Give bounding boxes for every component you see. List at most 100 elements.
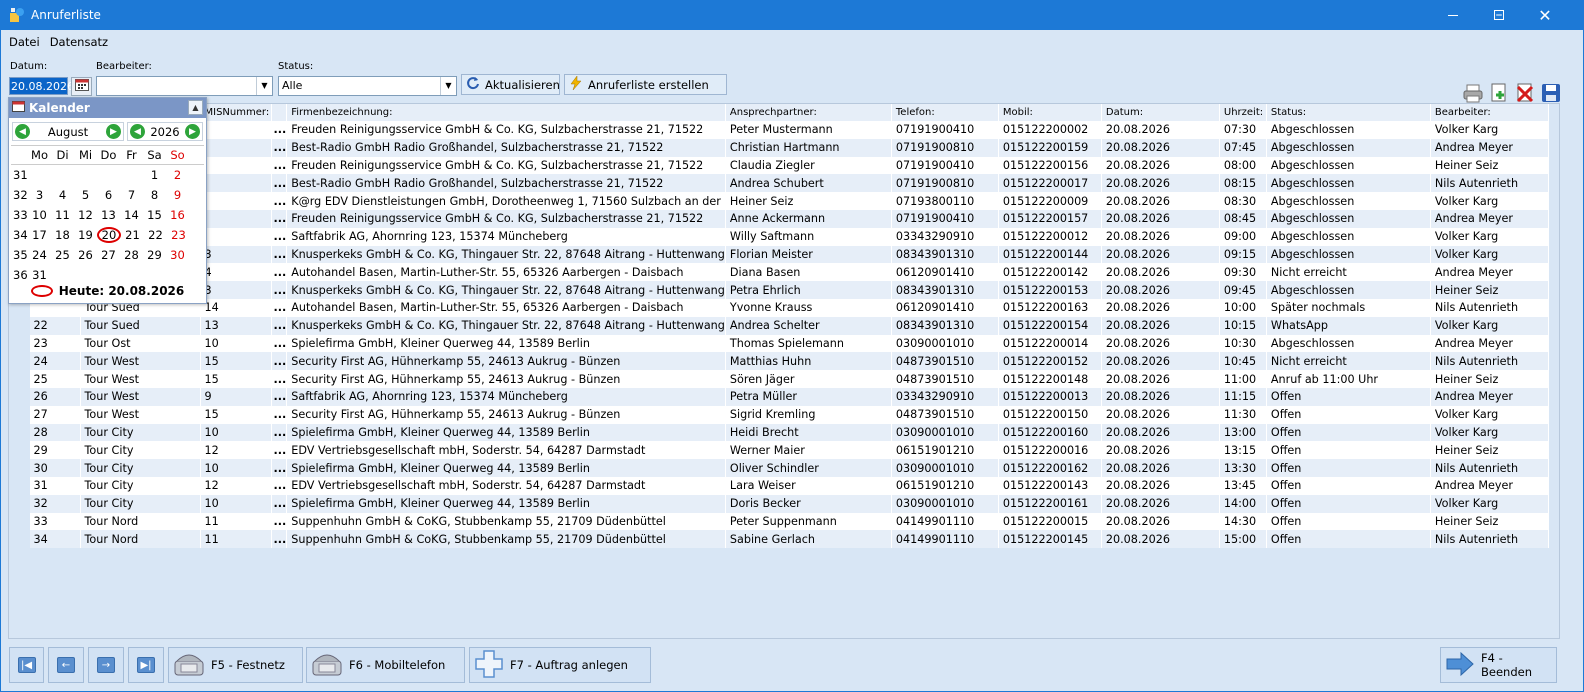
row-details-button[interactable]: ...	[271, 476, 288, 495]
table-row[interactable]: 31 Tour City 12... EDV Vertriebsgesellschaf…	[9, 476, 1549, 495]
header-status[interactable]: Status:	[1266, 104, 1431, 121]
table-row[interactable]: 28 Tour City 10... Spielefirma GmbH, Kleine…	[9, 423, 1549, 442]
header-misnummer[interactable]: MISNummer:	[200, 104, 272, 121]
calendar-day[interactable]: 18	[51, 228, 74, 242]
calendar-day[interactable]: 15	[143, 208, 166, 222]
calendar-day[interactable]: 2	[166, 168, 189, 182]
prev-record-button[interactable]: ←	[48, 647, 84, 683]
table-row[interactable]: 23 Tour Ost 10... Spielefirma GmbH, Kleiner…	[9, 334, 1549, 353]
header-uhrzeit[interactable]: Uhrzeit:	[1219, 104, 1267, 121]
calendar-day[interactable]: 27	[97, 248, 120, 262]
calendar-day[interactable]: 16	[166, 208, 189, 222]
f4-beenden-button[interactable]: F4 - Beenden	[1440, 647, 1557, 683]
header-firmenbezeichnung[interactable]: Firmenbezeichnung:	[286, 104, 726, 121]
f5-festnetz-button[interactable]: F5 - Festnetz	[168, 647, 303, 683]
calendar-day[interactable]: 10	[28, 208, 51, 222]
calendar-day[interactable]: 24	[28, 248, 51, 262]
table-row[interactable]: ... Freuden Reinigungsservice GmbH & Co. …	[9, 121, 1549, 139]
calendar-day[interactable]: 3	[28, 188, 51, 202]
row-details-button[interactable]: ...	[271, 423, 288, 442]
table-row[interactable]: 4... Autohandel Basen, Martin-Luther-Str.…	[9, 263, 1549, 282]
row-details-button[interactable]: ...	[271, 298, 288, 317]
maximize-icon[interactable]	[1476, 0, 1522, 30]
calendar-day[interactable]: 9	[166, 188, 189, 202]
row-details-button[interactable]: ...	[271, 512, 288, 531]
table-row[interactable]: ... Best-Radio GmbH Radio Großhandel, Sul…	[9, 138, 1549, 157]
row-selector[interactable]	[9, 459, 30, 477]
header-ansprechpartner[interactable]: Ansprechpartner:	[725, 104, 892, 121]
add-document-icon[interactable]	[1489, 83, 1509, 103]
today-row[interactable]: Heute: 20.08.2026	[9, 284, 206, 298]
create-list-button[interactable]: Anruferliste erstellen	[564, 74, 727, 95]
row-details-button[interactable]: ...	[271, 192, 288, 210]
table-row[interactable]: 33 Tour Nord 11... Suppenhuhn GmbH & CoKG, …	[9, 512, 1549, 531]
row-selector[interactable]	[9, 476, 30, 495]
row-selector[interactable]	[9, 370, 30, 388]
calendar-day[interactable]: 17	[28, 228, 51, 242]
calendar-day[interactable]: 26	[74, 248, 97, 262]
next-record-button[interactable]: →	[88, 647, 124, 683]
table-row[interactable]: ... Freuden Reinigungsservice GmbH & Co. …	[9, 156, 1549, 175]
calendar-day[interactable]: 7	[120, 188, 143, 202]
table-row[interactable]: 30 Tour City 10... Spielefirma GmbH, Kleine…	[9, 459, 1549, 477]
calendar-day[interactable]: 1	[143, 168, 166, 182]
table-row[interactable]: ... Saftfabrik AG, Ahornring 123, 15374 M…	[9, 227, 1549, 246]
row-details-button[interactable]: ...	[271, 227, 288, 246]
menu-datensatz[interactable]: Datensatz	[45, 35, 113, 49]
collapse-icon[interactable]: ▲	[188, 100, 203, 115]
refresh-button[interactable]: Aktualisieren	[461, 74, 560, 95]
row-details-button[interactable]: ...	[271, 263, 288, 282]
calendar-day[interactable]: 6	[97, 188, 120, 202]
row-selector[interactable]	[9, 530, 30, 549]
header-bearbeiter[interactable]: Bearbeiter:	[1430, 104, 1549, 121]
row-details-button[interactable]: ...	[271, 316, 288, 335]
table-row[interactable]: ... Freuden Reinigungsservice GmbH & Co. …	[9, 209, 1549, 228]
calendar-day[interactable]: 31	[28, 268, 51, 282]
calendar-day[interactable]: 21	[121, 228, 144, 242]
calendar-day[interactable]: 12	[74, 208, 97, 222]
row-selector[interactable]	[9, 441, 30, 460]
row-selector[interactable]	[9, 316, 30, 335]
table-row[interactable]: Tour Sued 14... Autohandel Basen, Martin-L…	[9, 298, 1549, 317]
row-details-button[interactable]: ...	[271, 156, 288, 175]
row-details-button[interactable]: ...	[271, 334, 288, 353]
row-details-button[interactable]: ...	[271, 352, 288, 371]
row-details-button[interactable]: ...	[271, 245, 288, 264]
status-select[interactable]: Alle ▼	[278, 76, 457, 96]
calendar-day[interactable]: 11	[51, 208, 74, 222]
row-selector[interactable]	[9, 352, 30, 371]
delete-document-icon[interactable]	[1515, 83, 1535, 103]
row-details-button[interactable]: ...	[271, 370, 288, 388]
header-datum[interactable]: Datum:	[1101, 104, 1220, 121]
table-row[interactable]: 3... Knusperkeks GmbH & Co. KG, Thingauer…	[9, 281, 1549, 299]
table-row[interactable]: 34 Tour Nord 11... Suppenhuhn GmbH & CoKG, …	[9, 530, 1549, 549]
calendar-picker-button[interactable]	[71, 77, 92, 96]
table-row[interactable]: 24 Tour West 15... Security First AG, Hühne…	[9, 352, 1549, 371]
row-details-button[interactable]: ...	[271, 494, 288, 513]
calendar-day[interactable]: 19	[74, 228, 97, 242]
calendar-day[interactable]: 20	[97, 227, 121, 243]
table-row[interactable]: 3... Knusperkeks GmbH & Co. KG, Thingauer…	[9, 245, 1549, 264]
calendar-day[interactable]: 22	[144, 228, 167, 242]
f6-mobiltelefon-button[interactable]: F6 - Mobiltelefon	[306, 647, 465, 683]
calendar-day[interactable]: 30	[166, 248, 189, 262]
datum-input[interactable]: 20.08.2026	[9, 77, 74, 95]
row-selector[interactable]	[9, 405, 30, 424]
calendar-day[interactable]: 13	[97, 208, 120, 222]
table-row[interactable]: 27 Tour West 15... Security First AG, Hühne…	[9, 405, 1549, 424]
table-row[interactable]: 32 Tour City 10... Spielefirma GmbH, Kleine…	[9, 494, 1549, 513]
row-details-button[interactable]: ...	[271, 209, 288, 228]
print-icon[interactable]	[1463, 83, 1483, 103]
row-details-button[interactable]: ...	[271, 441, 288, 460]
save-icon[interactable]	[1541, 83, 1561, 103]
table-row[interactable]: 26 Tour West 9... Saftfabrik AG, Ahornring …	[9, 387, 1549, 406]
calendar-day[interactable]: 29	[143, 248, 166, 262]
row-selector[interactable]	[9, 512, 30, 531]
chevron-down-icon[interactable]: ▼	[440, 77, 456, 95]
row-details-button[interactable]: ...	[271, 405, 288, 424]
row-details-button[interactable]: ...	[271, 459, 288, 477]
bearbeiter-select[interactable]: ▼	[96, 76, 273, 96]
calendar-day[interactable]: 23	[167, 228, 190, 242]
row-selector[interactable]	[9, 494, 30, 513]
row-selector[interactable]	[9, 423, 30, 442]
